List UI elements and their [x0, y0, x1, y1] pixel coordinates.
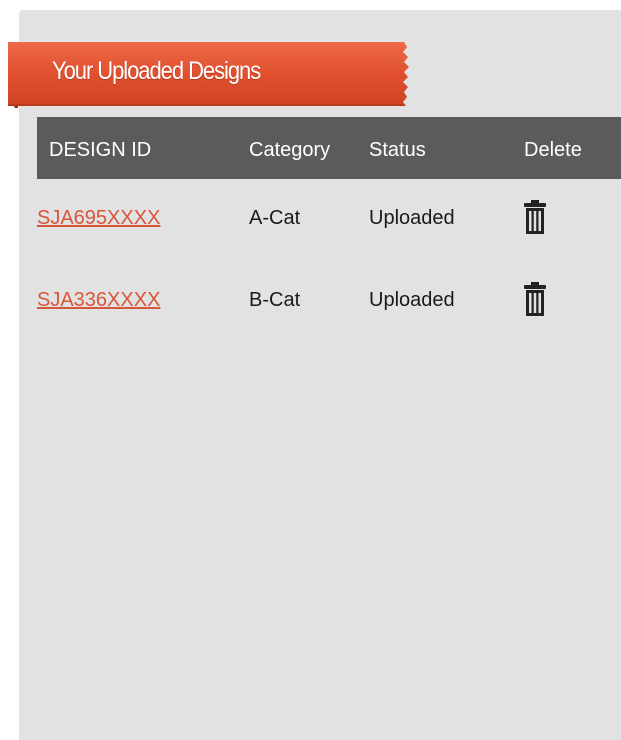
column-header-status: Status [369, 139, 426, 161]
trash-icon[interactable] [523, 200, 547, 234]
design-id-link[interactable]: SJA695XXXX [37, 193, 160, 243]
design-id-link[interactable]: SJA336XXXX [37, 275, 160, 325]
status-cell: Uploaded [369, 289, 455, 311]
category-cell: A-Cat [249, 207, 301, 229]
category-cell: B-Cat [249, 289, 301, 311]
section-title: Your Uploaded Designs [52, 57, 261, 85]
column-header-delete: Delete [524, 139, 582, 161]
column-header-design-id: DESIGN ID [49, 139, 152, 161]
table-row: SJA336XXXX B-Cat Uploaded [37, 275, 621, 325]
trash-icon[interactable] [523, 282, 547, 316]
table-header: DESIGN ID Category Status Delete [37, 117, 621, 179]
section-ribbon: Your Uploaded Designs [8, 42, 410, 108]
status-cell: Uploaded [369, 207, 455, 229]
table-row: SJA695XXXX A-Cat Uploaded [37, 193, 621, 243]
column-header-category: Category [249, 139, 331, 161]
